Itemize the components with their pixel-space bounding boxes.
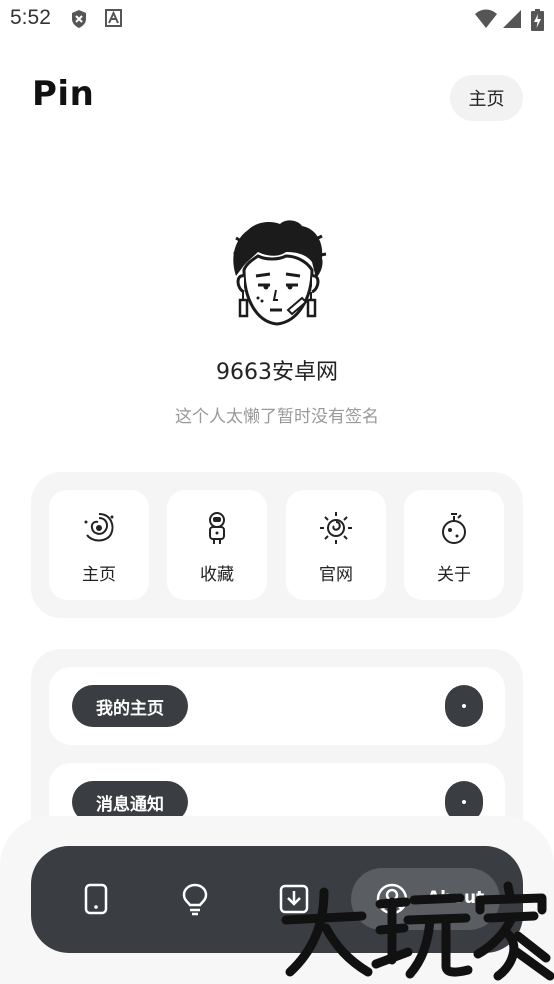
shield-icon <box>72 10 86 28</box>
app-title: Pin <box>32 74 95 114</box>
galaxy-icon <box>84 513 114 542</box>
planet-icon <box>442 513 466 544</box>
quick-link-home[interactable]: 主页 <box>49 490 149 600</box>
status-bar: 5:52 <box>0 0 554 38</box>
quick-link-label: 收藏 <box>200 565 234 585</box>
phone-icon[interactable] <box>79 882 113 916</box>
quick-link-label: 主页 <box>82 565 116 585</box>
astronaut-icon <box>209 512 225 544</box>
battery-icon <box>531 9 544 31</box>
quick-link-label: 官网 <box>319 565 353 585</box>
status-time: 5:52 <box>10 6 51 29</box>
wifi-icon <box>475 9 497 28</box>
list-item-my-home[interactable]: 我的主页 <box>49 667 505 745</box>
list-item-label: 我的主页 <box>72 685 188 727</box>
home-button[interactable]: 主页 <box>450 75 523 121</box>
quick-link-favorites[interactable]: 收藏 <box>167 490 267 600</box>
bulb-icon[interactable] <box>178 882 212 916</box>
user-signature: 这个人太懒了暂时没有签名 <box>175 407 379 427</box>
user-name: 9663安卓网 <box>216 360 338 385</box>
quick-link-website[interactable]: 官网 <box>286 490 386 600</box>
list-item-action-button[interactable] <box>445 685 483 727</box>
signal-icon <box>503 10 521 28</box>
watermark-logo <box>281 881 554 981</box>
a-icon <box>105 9 122 27</box>
quick-link-label: 关于 <box>437 565 471 585</box>
avatar[interactable] <box>226 218 328 330</box>
app-screen: 5:52 Pin 主页 9663安卓网 这个人太懒了暂时没有签名 主页 收藏 官… <box>0 0 554 984</box>
quick-links-panel: 主页 收藏 官网 关于 <box>31 472 523 618</box>
quick-link-about[interactable]: 关于 <box>404 490 504 600</box>
sun-spiral-icon <box>320 512 352 544</box>
